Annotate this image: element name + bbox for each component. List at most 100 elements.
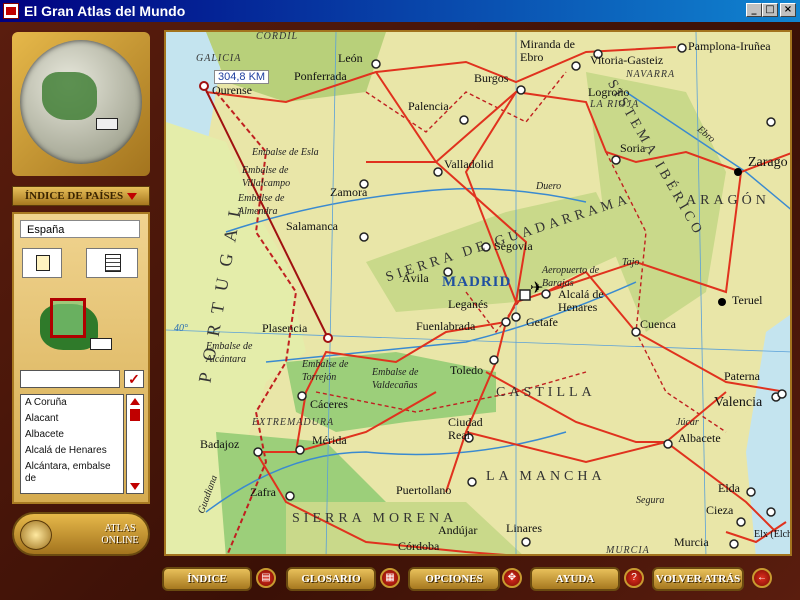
city-marker (253, 447, 263, 457)
map-label: Badajoz (200, 437, 240, 451)
globe-knob-icon (20, 520, 52, 550)
country-data-button[interactable] (86, 248, 138, 278)
city-marker (359, 232, 369, 242)
city-marker (611, 155, 621, 165)
glossary-button[interactable]: GLOSARIO (286, 567, 376, 591)
city-marker (295, 445, 305, 455)
distance-start-marker (199, 81, 209, 91)
globe-scale-icon (96, 118, 118, 130)
list-item[interactable]: Alcalá de Henares (21, 443, 123, 459)
map-label: Plasencia (262, 321, 308, 335)
options-icon[interactable]: ✥ (502, 568, 522, 588)
place-search-input[interactable] (20, 370, 120, 388)
city-marker (766, 507, 776, 517)
scroll-up-icon[interactable] (130, 398, 140, 405)
atlas-online-label: ATLAS ONLINE (101, 523, 139, 546)
country-panel: España ✓ A Coruña Alacant Albacete Alcal… (12, 212, 150, 504)
city-marker (746, 487, 756, 497)
globe-view[interactable] (20, 40, 142, 164)
map-label: Duero (536, 181, 562, 192)
capital-marker-madrid (519, 289, 531, 301)
document-icon (36, 255, 50, 271)
map-label: Ciudad Real (448, 415, 483, 442)
city-marker (516, 85, 526, 95)
map-label: Murcia (674, 535, 709, 549)
map-label-capital: MADRID (442, 274, 512, 290)
city-marker (521, 537, 531, 547)
globe-frame (12, 32, 150, 176)
search-confirm-button[interactable]: ✓ (124, 370, 144, 388)
map-label: EXTREMADURA (252, 417, 335, 428)
scroll-down-icon[interactable] (130, 483, 140, 490)
map-label: Vitoria-Gasteiz (590, 53, 664, 67)
city-marker-teruel (718, 298, 726, 306)
distance-end-marker (323, 333, 333, 343)
globe-country-shape (42, 72, 97, 120)
map-label: Burgos (474, 71, 509, 85)
map-label: Embalse de Torrejón (302, 359, 349, 383)
map-label: Embalse de Esla (252, 147, 319, 158)
atlas-online-button[interactable]: ATLAS ONLINE (12, 512, 150, 556)
map-label: Ponferrada (294, 69, 347, 83)
map-label: CORDIL (256, 31, 299, 42)
countries-index-label: ÍNDICE DE PAÍSES (24, 190, 124, 202)
map-label: Zamora (330, 185, 368, 199)
back-button[interactable]: VOLVER ATRÁS (652, 567, 744, 591)
list-icon (105, 254, 121, 272)
index-icon[interactable]: ▤ (256, 568, 276, 588)
place-list-scrollbar[interactable] (126, 394, 144, 494)
city-marker (489, 355, 499, 365)
city-marker-zaragoza (734, 168, 742, 176)
city-marker (736, 517, 746, 527)
place-list: A Coruña Alacant Albacete Alcalá de Hena… (20, 394, 124, 494)
list-item[interactable]: Albacete (21, 427, 123, 443)
country-info-button[interactable] (22, 248, 62, 278)
options-button[interactable]: OPCIONES (408, 567, 500, 591)
map-label: Toledo (450, 363, 484, 377)
list-item[interactable]: Alacant (21, 411, 123, 427)
help-button[interactable]: AYUDA (530, 567, 620, 591)
help-icon[interactable]: ? (624, 568, 644, 588)
list-item[interactable]: A Coruña (21, 395, 123, 411)
map-label: Miranda de Ebro (520, 37, 575, 64)
list-item[interactable]: Alcántara, embalse de (21, 459, 123, 487)
country-tab[interactable]: España (20, 220, 140, 238)
scroll-thumb[interactable] (130, 409, 140, 421)
city-marker (467, 477, 477, 487)
city-marker (371, 59, 381, 69)
back-arrow-icon[interactable]: ← (752, 568, 772, 588)
map-label: Embalse de Almendra (238, 193, 285, 217)
map-label: Teruel (732, 293, 763, 307)
map-label: León (338, 51, 363, 65)
map-label: Fuenlabrada (416, 319, 476, 333)
city-marker (501, 317, 511, 327)
map-canvas (166, 32, 790, 554)
index-button[interactable]: ÍNDICE (162, 567, 252, 591)
window-titlebar: El Gran Atlas del Mundo _ □ × (0, 0, 800, 22)
map-label: Segura (636, 495, 665, 506)
city-marker (777, 389, 787, 399)
city-marker (766, 117, 776, 127)
map-label: Embalse de Valdecañas (372, 367, 419, 391)
map-label: Júcar (676, 417, 699, 428)
map-label: Paterna (724, 369, 760, 383)
map-label: Valencia (714, 395, 763, 410)
map-label: Cieza (706, 503, 734, 517)
city-marker (663, 439, 673, 449)
minimize-button[interactable]: _ (746, 3, 762, 17)
city-marker (729, 539, 739, 549)
map-label: Puertollano (396, 483, 452, 497)
map-label: Leganés (448, 297, 488, 311)
map-label: GALICIA (196, 53, 242, 64)
close-button[interactable]: × (780, 3, 796, 17)
map-label: Salamanca (286, 219, 338, 233)
countries-index-button[interactable]: ÍNDICE DE PAÍSES (12, 186, 150, 206)
locator-map[interactable] (40, 298, 120, 358)
glossary-icon[interactable]: ▦ (380, 568, 400, 588)
locator-viewport-frame[interactable] (50, 298, 86, 338)
scale-icon (90, 338, 112, 350)
maximize-button[interactable]: □ (762, 3, 778, 17)
map-label: ARAGÓN (686, 193, 770, 208)
map-view[interactable]: 304,8 KM ✈ GALICIA CORDIL Ourense León P… (164, 30, 792, 556)
map-label: Elda (718, 481, 740, 495)
